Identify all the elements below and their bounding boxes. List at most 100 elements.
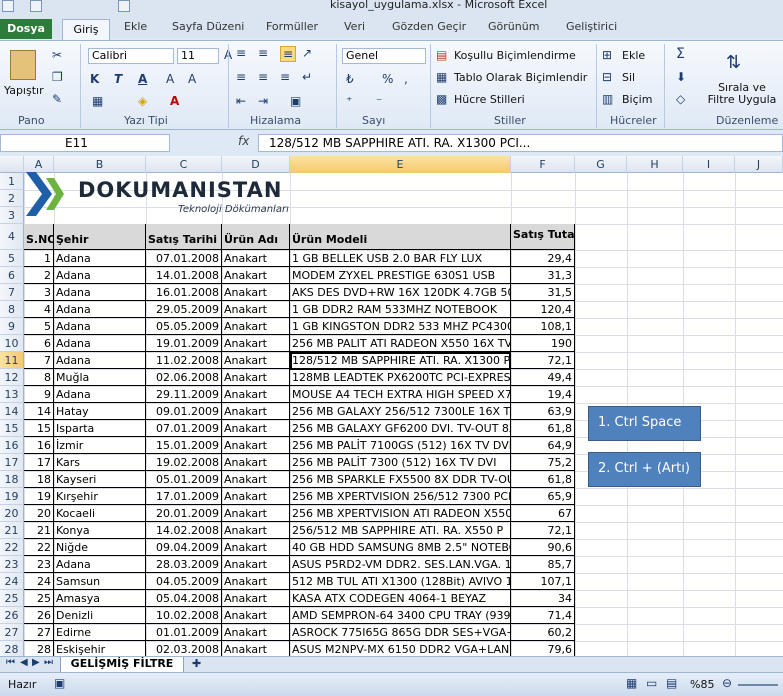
table-cell[interactable]: 67 bbox=[511, 505, 575, 522]
table-cell[interactable]: 9 bbox=[24, 386, 54, 403]
table-cell[interactable]: 09.04.2009 bbox=[146, 539, 222, 556]
table-cell[interactable]: 60,2 bbox=[511, 624, 575, 641]
table-cell[interactable]: 14 bbox=[24, 403, 54, 420]
excel-icon[interactable] bbox=[2, 0, 14, 12]
table-cell[interactable]: Muğla bbox=[54, 369, 146, 386]
row-header[interactable]: 12 bbox=[0, 369, 24, 386]
save-icon[interactable] bbox=[30, 0, 42, 12]
delete-cells-button[interactable]: Sil bbox=[622, 71, 635, 84]
table-cell[interactable]: 61,8 bbox=[511, 471, 575, 488]
row-header[interactable]: 7 bbox=[0, 284, 24, 301]
wrap-text-icon[interactable]: ↵ bbox=[302, 70, 312, 84]
table-cell[interactable]: Samsun bbox=[54, 573, 146, 590]
table-cell[interactable]: Denizli bbox=[54, 607, 146, 624]
table-cell[interactable]: 1 GB BELLEK USB 2.0 BAR FLY LUX bbox=[290, 250, 511, 267]
paste-button[interactable]: Yapıştır bbox=[4, 84, 44, 97]
table-cell[interactable]: Edirne bbox=[54, 624, 146, 641]
table-cell[interactable]: 07.01.2008 bbox=[146, 250, 222, 267]
table-cell[interactable]: 17.01.2009 bbox=[146, 488, 222, 505]
table-cell[interactable]: 85,7 bbox=[511, 556, 575, 573]
table-cell[interactable]: ASUS M2NPV-MX 6150 DDR2 VGA+LAN+SAT bbox=[290, 641, 511, 656]
row-header[interactable]: 21 bbox=[0, 522, 24, 539]
table-cell[interactable]: 71,4 bbox=[511, 607, 575, 624]
table-cell[interactable]: 34 bbox=[511, 590, 575, 607]
column-header[interactable]: B bbox=[54, 156, 146, 173]
copy-icon[interactable]: ❐ bbox=[52, 70, 63, 84]
table-cell[interactable]: 256 MB PALIT ATI RADEON X550 16X TV DV bbox=[290, 335, 511, 352]
row-header[interactable]: 4 bbox=[0, 224, 24, 250]
column-header[interactable]: F bbox=[511, 156, 575, 173]
tab-insert[interactable]: Ekle bbox=[124, 20, 147, 33]
table-cell[interactable]: Isparta bbox=[54, 420, 146, 437]
table-cell[interactable]: 09.01.2009 bbox=[146, 403, 222, 420]
table-cell[interactable]: Anakart bbox=[222, 539, 290, 556]
row-header[interactable]: 1 bbox=[0, 173, 24, 190]
tab-home[interactable]: Giriş bbox=[62, 19, 110, 41]
italic-icon[interactable]: T bbox=[114, 72, 122, 86]
conditional-formatting-button[interactable]: Koşullu Biçimlendirme bbox=[454, 49, 576, 62]
table-cell[interactable]: 23 bbox=[24, 556, 54, 573]
table-cell[interactable]: Anakart bbox=[222, 573, 290, 590]
table-cell[interactable]: Adana bbox=[54, 301, 146, 318]
table-cell[interactable]: 49,4 bbox=[511, 369, 575, 386]
row-header[interactable]: 19 bbox=[0, 488, 24, 505]
cut-icon[interactable]: ✂ bbox=[52, 48, 62, 62]
table-cell[interactable]: AMD SEMPRON-64 3400 CPU TRAY (939) bbox=[290, 607, 511, 624]
table-cell[interactable]: 20 bbox=[24, 505, 54, 522]
table-cell[interactable]: 1 bbox=[24, 250, 54, 267]
table-cell[interactable]: 05.01.2009 bbox=[146, 471, 222, 488]
font-color-icon[interactable]: A bbox=[170, 94, 179, 108]
table-cell[interactable]: Anakart bbox=[222, 352, 290, 369]
table-cell[interactable]: 1 GB DDR2 RAM 533MHZ NOTEBOOK bbox=[290, 301, 511, 318]
table-cell[interactable]: 25 bbox=[24, 590, 54, 607]
cell-styles-button[interactable]: Hücre Stilleri bbox=[454, 93, 525, 106]
row-header[interactable]: 5 bbox=[0, 250, 24, 267]
table-cell[interactable]: 29.05.2009 bbox=[146, 301, 222, 318]
increase-indent-icon[interactable]: ⇥ bbox=[258, 94, 268, 108]
table-cell[interactable]: Kars bbox=[54, 454, 146, 471]
table-cell[interactable]: Anakart bbox=[222, 437, 290, 454]
table-cell[interactable]: Amasya bbox=[54, 590, 146, 607]
table-header-cell[interactable]: Ürün Modeli bbox=[290, 224, 511, 250]
table-cell[interactable]: 107,1 bbox=[511, 573, 575, 590]
table-cell[interactable]: Anakart bbox=[222, 624, 290, 641]
table-cell[interactable]: 8 bbox=[24, 369, 54, 386]
font-size-select[interactable]: 11 bbox=[177, 48, 219, 64]
row-header[interactable]: 28 bbox=[0, 641, 24, 656]
column-header[interactable]: C bbox=[146, 156, 222, 173]
table-cell[interactable]: 19.02.2008 bbox=[146, 454, 222, 471]
table-cell[interactable]: 1 GB KINGSTON DDR2 533 MHZ PC4300 NC bbox=[290, 318, 511, 335]
table-cell[interactable]: 04.05.2009 bbox=[146, 573, 222, 590]
macro-record-icon[interactable]: ▣ bbox=[54, 676, 65, 690]
table-cell[interactable]: 31,3 bbox=[511, 267, 575, 284]
column-header[interactable]: A bbox=[24, 156, 54, 173]
table-cell[interactable]: Anakart bbox=[222, 318, 290, 335]
table-header-cell[interactable]: Satış Tarihi bbox=[146, 224, 222, 250]
table-cell[interactable]: 22 bbox=[24, 539, 54, 556]
table-cell[interactable]: 256 MB GALAXY 256/512 7300LE 16X TV-OU bbox=[290, 403, 511, 420]
autosum-icon[interactable]: Σ bbox=[676, 46, 685, 62]
table-cell[interactable]: 90,6 bbox=[511, 539, 575, 556]
table-cell[interactable]: Adana bbox=[54, 318, 146, 335]
row-header[interactable]: 25 bbox=[0, 590, 24, 607]
new-sheet-icon[interactable]: ✚ bbox=[192, 657, 201, 670]
table-cell[interactable]: 256 MB XPERTVISION ATI RADEON X550 PC bbox=[290, 505, 511, 522]
align-bottom-icon[interactable]: ≡ bbox=[280, 46, 297, 62]
tab-view[interactable]: Görünüm bbox=[488, 20, 539, 33]
row-header[interactable]: 13 bbox=[0, 386, 24, 403]
table-cell[interactable]: 7 bbox=[24, 352, 54, 369]
table-cell[interactable]: 16 bbox=[24, 437, 54, 454]
table-cell[interactable]: Anakart bbox=[222, 471, 290, 488]
table-cell[interactable]: 29,4 bbox=[511, 250, 575, 267]
row-header[interactable]: 23 bbox=[0, 556, 24, 573]
grow-font-a-icon[interactable]: A bbox=[166, 72, 174, 86]
align-right-icon[interactable]: ≡ bbox=[280, 70, 290, 84]
table-cell[interactable]: 14.01.2008 bbox=[146, 267, 222, 284]
column-header[interactable]: H bbox=[627, 156, 683, 173]
table-header-cell[interactable]: Ürün Adı bbox=[222, 224, 290, 250]
table-cell[interactable]: İzmir bbox=[54, 437, 146, 454]
row-header[interactable]: 18 bbox=[0, 471, 24, 488]
table-cell[interactable]: Anakart bbox=[222, 284, 290, 301]
table-cell[interactable]: 24 bbox=[24, 573, 54, 590]
table-cell[interactable]: 61,8 bbox=[511, 420, 575, 437]
